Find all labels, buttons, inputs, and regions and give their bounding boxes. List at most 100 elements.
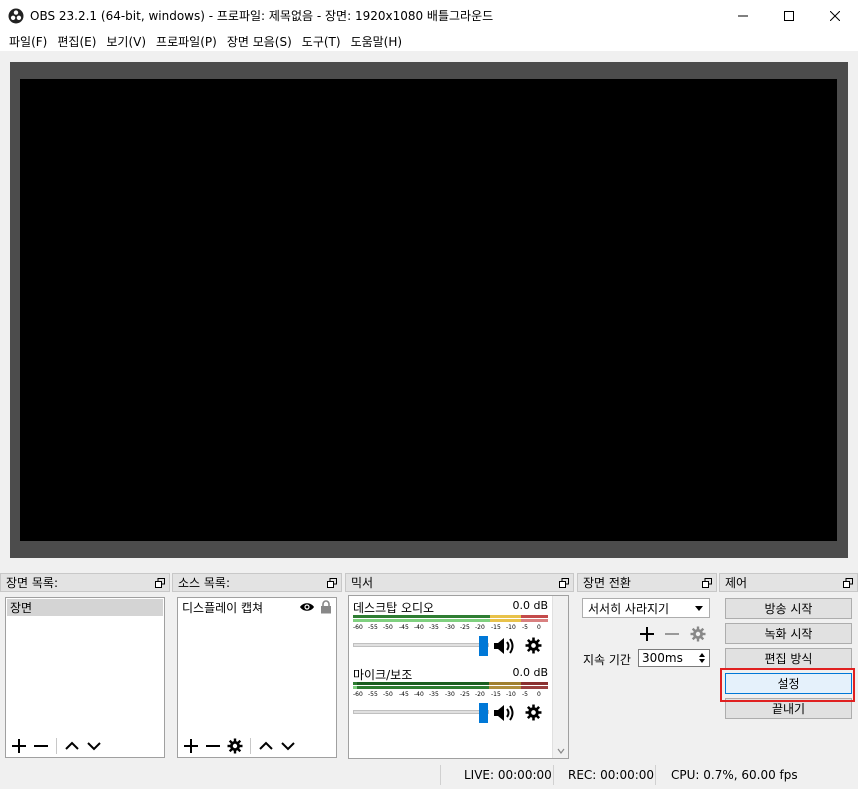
mixer-dock-label: 믹서 — [351, 576, 374, 590]
scale-tick: -20 — [475, 624, 485, 631]
add-source-button[interactable] — [182, 737, 200, 755]
lock-icon[interactable] — [320, 600, 332, 614]
remove-source-button[interactable] — [204, 737, 222, 755]
volume-slider-handle[interactable] — [479, 636, 488, 656]
duration-spinbox[interactable]: 300ms — [638, 649, 710, 667]
mixer-dock-title: 믹서 — [345, 573, 574, 592]
menu-profile[interactable]: 프로파일(P) — [151, 33, 222, 50]
audio-meter-left — [353, 682, 548, 685]
scale-tick: -55 — [368, 624, 378, 631]
gear-icon[interactable] — [525, 637, 542, 654]
plus-icon[interactable] — [639, 626, 655, 642]
menu-file[interactable]: 파일(F) — [4, 33, 52, 50]
minus-icon[interactable] — [664, 626, 680, 642]
studio-mode-button[interactable]: 편집 방식 — [725, 648, 852, 669]
menu-help[interactable]: 도움말(H) — [346, 33, 408, 50]
undock-icon[interactable] — [155, 578, 165, 588]
move-scene-up-button[interactable] — [63, 737, 81, 755]
list-item[interactable]: 디스플레이 캡쳐 — [179, 599, 335, 616]
undock-icon[interactable] — [559, 578, 569, 588]
volume-slider-track[interactable] — [353, 710, 489, 714]
sources-dock-label: 소스 목록: — [178, 576, 231, 590]
transitions-dock-title: 장면 전환 — [577, 573, 717, 592]
scale-tick: -50 — [383, 691, 393, 698]
chevron-up-icon — [259, 741, 273, 750]
transition-select[interactable]: 서서히 사라지기 — [582, 598, 710, 618]
controls-dock: 제어 방송 시작 녹화 시작 편집 방식 설정 끝내기 — [719, 573, 858, 761]
scale-tick: -25 — [460, 691, 470, 698]
gear-icon[interactable] — [690, 626, 706, 642]
scale-tick: 0 — [537, 691, 541, 698]
status-divider — [440, 765, 441, 785]
status-bar: LIVE: 00:00:00 REC: 00:00:00 CPU: 0.7%, … — [0, 761, 858, 789]
move-source-up-button[interactable] — [257, 737, 275, 755]
scale-tick: -45 — [399, 624, 409, 631]
move-source-down-button[interactable] — [279, 737, 297, 755]
mixer-scrollbar[interactable] — [552, 596, 568, 758]
sources-dock: 소스 목록: 디스플레이 캡쳐 — [172, 573, 342, 761]
meter-scale: -60 -55 -50 -45 -40 -35 -30 -25 -20 -15 … — [353, 691, 548, 699]
speaker-icon[interactable] — [493, 636, 517, 656]
scale-tick: -35 — [429, 691, 439, 698]
remove-scene-button[interactable] — [32, 737, 50, 755]
close-button[interactable] — [812, 0, 858, 31]
settings-highlight-box — [720, 668, 855, 702]
plus-icon — [12, 739, 26, 753]
scale-tick: -5 — [522, 691, 528, 698]
move-scene-down-button[interactable] — [85, 737, 103, 755]
start-recording-button[interactable]: 녹화 시작 — [725, 623, 852, 644]
mixer-panel: 데스크탑 오디오 0.0 dB -60 -55 -50 -45 -40 -35 … — [348, 595, 569, 759]
close-icon — [830, 10, 840, 21]
scene-item-label: 장면 — [10, 601, 33, 615]
toolbar-divider — [250, 738, 251, 754]
maximize-button[interactable] — [766, 0, 812, 31]
menu-tools[interactable]: 도구(T) — [297, 33, 346, 50]
status-divider — [553, 765, 554, 785]
maximize-icon — [784, 10, 794, 21]
scale-tick: -30 — [445, 691, 455, 698]
start-streaming-button[interactable]: 방송 시작 — [725, 598, 852, 619]
spin-arrows-icon[interactable] — [697, 651, 707, 665]
window-title: OBS 23.2.1 (64-bit, windows) - 프로파일: 제목없… — [30, 9, 494, 23]
scale-tick: -20 — [475, 691, 485, 698]
eye-icon[interactable] — [299, 601, 315, 613]
menu-scene-collection[interactable]: 장면 모음(S) — [222, 33, 297, 50]
list-item[interactable]: 장면 — [7, 599, 163, 616]
cpu-status: CPU: 0.7%, 60.00 fps — [671, 768, 798, 782]
scroll-down-icon[interactable] — [557, 748, 565, 754]
rec-status: REC: 00:00:00 — [568, 768, 655, 782]
scale-tick: -40 — [414, 624, 424, 631]
undock-icon[interactable] — [843, 578, 853, 588]
gear-icon — [227, 738, 243, 754]
audio-meter-left — [353, 615, 548, 618]
undock-icon[interactable] — [702, 578, 712, 588]
transition-select-value: 서서히 사라지기 — [588, 601, 670, 616]
mixer-channel-mic: 마이크/보조 0.0 dB -60 -55 -50 -45 -40 -35 -3… — [353, 666, 548, 746]
scale-tick: 0 — [537, 624, 541, 631]
volume-slider-track[interactable] — [353, 643, 489, 647]
minimize-button[interactable] — [720, 0, 766, 31]
sources-list: 디스플레이 캡쳐 — [177, 597, 337, 758]
source-properties-button[interactable] — [226, 737, 244, 755]
gear-icon[interactable] — [525, 704, 542, 721]
audio-meter-right — [353, 686, 548, 689]
scale-tick: -15 — [491, 691, 501, 698]
channel-db: 0.0 dB — [512, 666, 548, 679]
preview-canvas[interactable] — [20, 79, 837, 541]
speaker-icon[interactable] — [493, 703, 517, 723]
undock-icon[interactable] — [327, 578, 337, 588]
volume-slider-handle[interactable] — [479, 703, 488, 723]
menu-edit[interactable]: 편집(E) — [52, 33, 101, 50]
duration-label: 지속 기간 — [583, 653, 631, 667]
transitions-dock: 장면 전환 서서히 사라지기 지속 기간 300ms — [577, 573, 717, 761]
menu-view[interactable]: 보기(V) — [101, 33, 151, 50]
minus-icon — [206, 745, 220, 747]
meter-scale: -60 -55 -50 -45 -40 -35 -30 -25 -20 -15 … — [353, 624, 548, 632]
chevron-down-icon — [695, 606, 703, 611]
add-scene-button[interactable] — [10, 737, 28, 755]
plus-icon — [184, 739, 198, 753]
preview-area — [10, 62, 848, 558]
transitions-dock-label: 장면 전환 — [583, 576, 631, 590]
chevron-down-icon — [87, 742, 101, 751]
source-item-label: 디스플레이 캡쳐 — [182, 601, 264, 615]
